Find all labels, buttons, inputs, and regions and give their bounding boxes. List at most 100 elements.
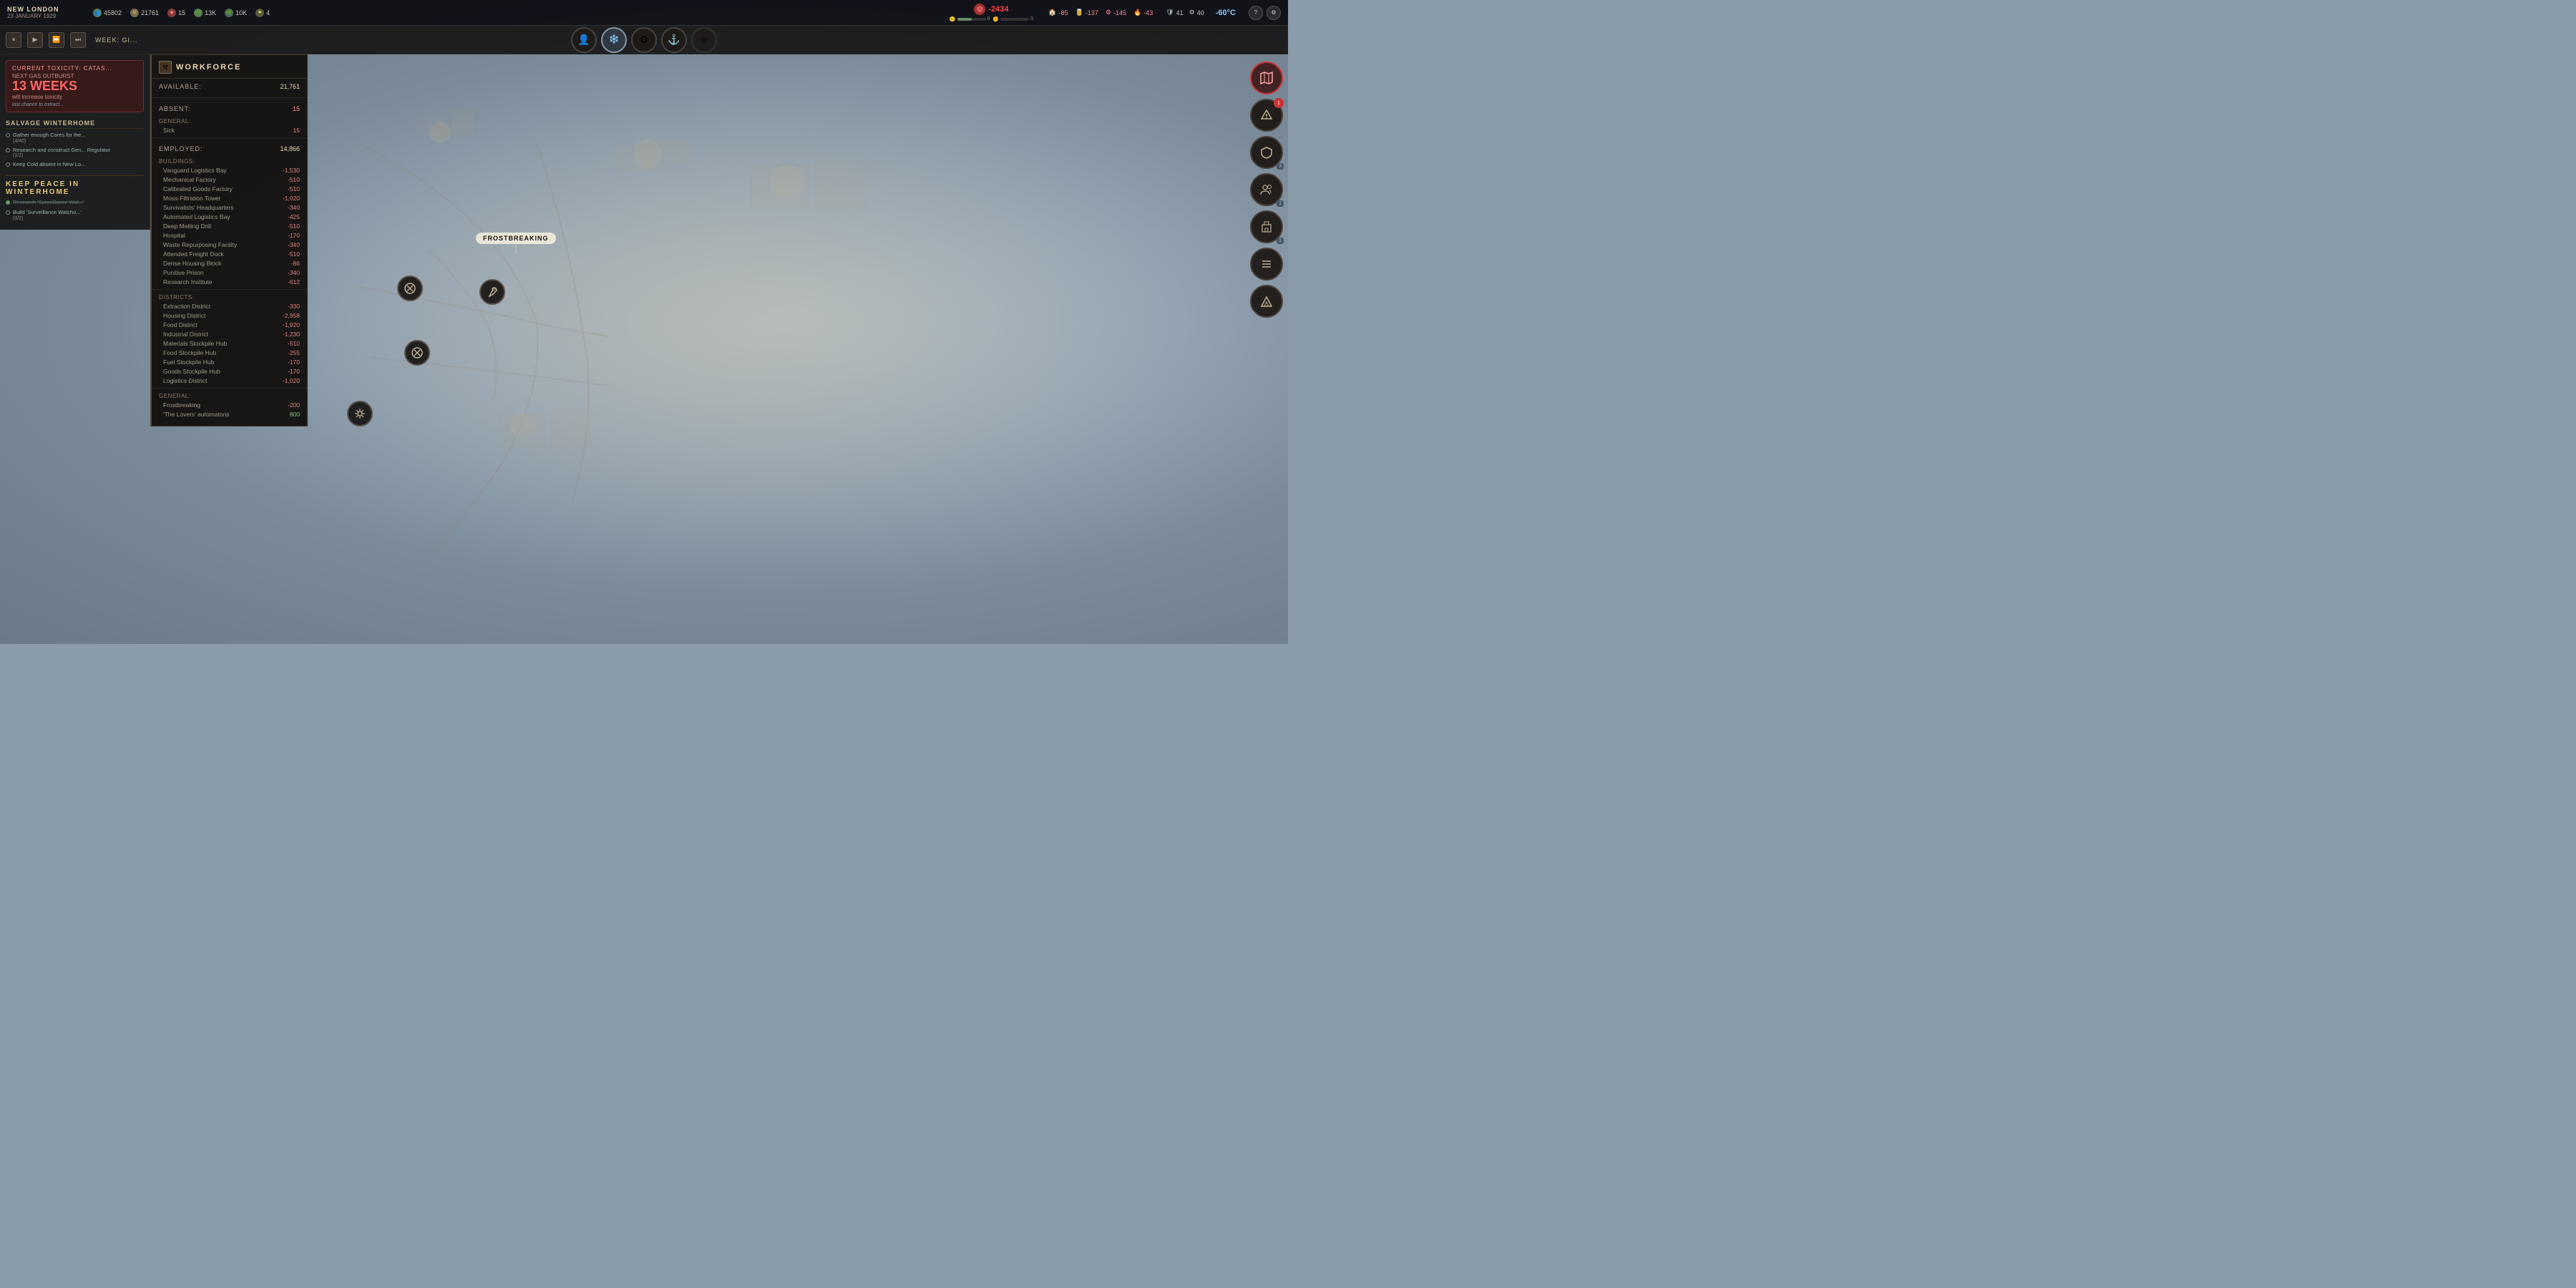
- food-res-icon: 🥫: [1075, 9, 1083, 16]
- toolbar-ship-icon[interactable]: ⚓: [661, 27, 687, 53]
- map-action-btn-4[interactable]: [347, 401, 373, 426]
- right-btn-shield[interactable]: 3: [1250, 136, 1283, 169]
- district-food-hub: Food Stockpile Hub -255: [152, 348, 307, 357]
- workforce-title: WORKFORCE: [176, 63, 241, 72]
- building-vanguard-logistics: Vanguard Logistics Bay -1,530: [152, 165, 307, 175]
- shield-num: 3: [1277, 163, 1284, 170]
- right-btn-map[interactable]: [1250, 62, 1283, 94]
- general2-sublabel: GENERAL:: [152, 391, 307, 400]
- building-calibrated-goods: Calibrated Goods Factory -510: [152, 184, 307, 193]
- happiness-icon: 😐: [950, 16, 956, 22]
- available-value: 21,761: [280, 83, 300, 90]
- general-lovers-automatons: 'The Lovers' automatons 800: [152, 409, 307, 419]
- fuel-resource: 🔥 -43: [1133, 9, 1153, 16]
- people-num: 1: [1277, 200, 1284, 207]
- map-action-btn-1[interactable]: [397, 275, 423, 301]
- building-dense-housing: Dense Housing Block -86: [152, 258, 307, 268]
- fast-forward-button[interactable]: ⏩: [49, 32, 64, 48]
- toolbar-people-icon[interactable]: 👤: [571, 27, 597, 53]
- shield-right-icon: [1260, 146, 1273, 159]
- peace-text-1: Research 'Surveillance Wat...': [13, 199, 84, 206]
- salvage-dot-3: [6, 162, 10, 167]
- food-stock-display: 🌿 10K: [225, 9, 247, 17]
- temperature-area: -60°C: [1210, 9, 1241, 17]
- right-btn-buildings[interactable]: 1: [1250, 210, 1283, 243]
- building-punitive-prison: Punitive Prison -340: [152, 268, 307, 277]
- available-row: AVAILABLE: 21,761: [159, 82, 300, 92]
- unrest-icon: ✊: [992, 16, 999, 22]
- city-name: NEW LONDON: [7, 6, 79, 13]
- hud-far-right: ? ⚙: [1241, 6, 1288, 20]
- toolbar-snowflake-icon[interactable]: ❄: [601, 27, 627, 53]
- salvage-text-3: Keep Cold absent in New Lo...: [13, 161, 85, 168]
- right-btn-alerts[interactable]: 1: [1250, 99, 1283, 132]
- food-stock-icon: 🌿: [225, 9, 233, 17]
- right-resources: 🏠 -85 🥫 -137 ⚙ -145 🔥 -43: [1041, 9, 1160, 16]
- peace-dot-2: [6, 210, 10, 215]
- toolbar-extra-icon[interactable]: ◈: [691, 27, 717, 53]
- building-automated-logistics: Automated Logistics Bay -425: [152, 212, 307, 221]
- map-action-btn-3[interactable]: [404, 340, 430, 366]
- buildings-icon: [1260, 220, 1273, 233]
- divider-4: [152, 388, 307, 389]
- buildings-sublabel: BUILDINGS:: [152, 157, 307, 165]
- building-moss-filtration: Moss-Filtration Tower -1,020: [152, 193, 307, 203]
- salvage-text-1: Gather enough Cores for the...: [13, 132, 86, 139]
- map-action-btn-2[interactable]: [479, 279, 505, 305]
- steam-cores-icon: ⬡: [974, 4, 985, 15]
- peace-quest-2: Build 'Surveillance Watcho...' (0/2): [6, 209, 144, 221]
- available-label: AVAILABLE:: [159, 83, 202, 90]
- sick-value: 15: [293, 127, 300, 134]
- toolbar-tools-icon[interactable]: ⚙: [631, 27, 657, 53]
- salvage-quest-3: Keep Cold absent in New Lo...: [6, 161, 144, 168]
- cancel-icon-2: [411, 347, 423, 358]
- list-icon: [1260, 258, 1273, 270]
- pause-button[interactable]: ⏸: [6, 32, 21, 48]
- play-button[interactable]: ▶: [27, 32, 43, 48]
- workforce-panel[interactable]: ⚒ WORKFORCE AVAILABLE: 21,761 ABSENT: 15…: [150, 54, 308, 426]
- building-hospital: Hospital -170: [152, 230, 307, 240]
- toxicity-label: CURRENT TOXICITY: CATAS...: [12, 65, 137, 72]
- toolbar-center-icons: 👤 ❄ ⚙ ⚓ ◈: [571, 27, 717, 53]
- peace-title: KEEP PEACE IN WINTERHOME: [6, 175, 144, 196]
- last-chance-label: last chance to extract...: [12, 102, 137, 107]
- map-icon: [1259, 71, 1274, 85]
- district-industrial: Industrial District -1,230: [152, 329, 307, 338]
- right-btn-people[interactable]: 1: [1250, 173, 1283, 206]
- population-icon: 👥: [93, 9, 102, 17]
- help-button[interactable]: ?: [1249, 6, 1263, 20]
- settings-button[interactable]: ⚙: [1267, 6, 1281, 20]
- district-goods-hub: Goods Stockpile Hub -170: [152, 366, 307, 376]
- population-display: 👥 45802: [93, 9, 122, 17]
- districts-list: Extraction District -330 Housing Distric…: [152, 301, 307, 385]
- alerts-display: ⚑ 4: [255, 9, 270, 17]
- salvage-dot-2: [6, 148, 10, 152]
- district-fuel-hub: Fuel Stockpile Hub -170: [152, 357, 307, 366]
- district-extraction: Extraction District -330: [152, 301, 307, 311]
- divider-2: [152, 137, 307, 138]
- temperature-display: -60°C: [1216, 9, 1236, 17]
- district-housing: Housing District -2,958: [152, 311, 307, 320]
- happiness-bar-container: 😐 0: [950, 16, 990, 22]
- districts-sublabel: DISTRICTS:: [152, 293, 307, 301]
- peace-section: KEEP PEACE IN WINTERHOME Research 'Surve…: [6, 175, 144, 221]
- sick-label: Sick: [163, 127, 175, 134]
- sick-row: Sick 15: [152, 125, 307, 135]
- right-btn-mountain[interactable]: [1250, 285, 1283, 318]
- week-label: WEEK: GI...: [95, 36, 138, 44]
- divider-3: [152, 289, 307, 290]
- shield-display: 🛡 41: [1166, 9, 1183, 16]
- absent-row: ABSENT: 15: [159, 104, 300, 114]
- city-info: NEW LONDON 23 JANUARY 1929: [0, 4, 86, 21]
- workforce-available-section: AVAILABLE: 21,761: [152, 79, 307, 94]
- building-research-institute: Research Institute -612: [152, 277, 307, 286]
- map-frostbreaking-label: FROSTBREAKING: [476, 233, 556, 244]
- people-right-icon: [1260, 183, 1273, 196]
- employed-section: EMPLOYED: 14,866: [152, 141, 307, 157]
- salvage-text-2: Research and construct Gen... Regulator: [13, 147, 110, 154]
- right-btn-list[interactable]: [1250, 248, 1283, 280]
- building-freight-dock: Attended Freight Dock -510: [152, 249, 307, 258]
- cancel-icon: [404, 283, 416, 294]
- faster-forward-button[interactable]: ⏭: [70, 32, 86, 48]
- buildings-list: Vanguard Logistics Bay -1,530 Mechanical…: [152, 165, 307, 286]
